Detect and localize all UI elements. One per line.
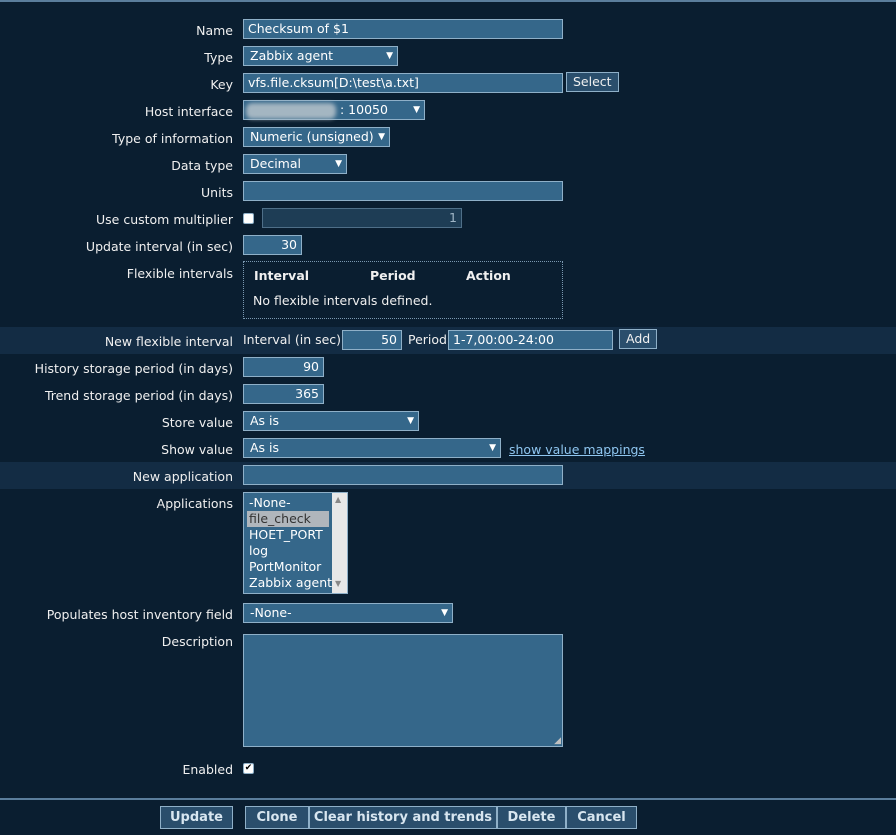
- type-select[interactable]: Zabbix agent ▼: [243, 46, 398, 66]
- custom-multiplier-checkbox[interactable]: [243, 213, 254, 224]
- clear-history-button[interactable]: Clear history and trends: [309, 806, 497, 829]
- scrollbar[interactable]: ▲ ▼: [332, 493, 347, 593]
- interval-in-sec-label: Interval (in sec): [243, 332, 342, 347]
- data-type-label: Data type: [171, 158, 233, 173]
- key-label: Key: [210, 77, 233, 92]
- data-type-value: Decimal: [250, 156, 301, 171]
- name-label: Name: [196, 23, 233, 38]
- type-label: Type: [204, 50, 233, 65]
- enabled-label: Enabled: [182, 762, 233, 777]
- new-interval-input[interactable]: 50: [342, 330, 402, 350]
- show-value-select[interactable]: As is ▼: [243, 438, 501, 458]
- show-value-mappings-link[interactable]: show value mappings: [509, 442, 645, 457]
- inventory-field-select[interactable]: -None- ▼: [243, 603, 453, 623]
- flexible-intervals-label: Flexible intervals: [126, 266, 233, 281]
- update-button[interactable]: Update: [160, 806, 233, 829]
- scroll-down-icon[interactable]: ▼: [335, 579, 341, 588]
- flexible-intervals-table: Interval Period Action No flexible inter…: [243, 261, 563, 319]
- show-value-label: Show value: [161, 442, 233, 457]
- footer-border: [0, 798, 896, 800]
- list-item[interactable]: PortMonitor: [249, 559, 321, 575]
- custom-multiplier-label: Use custom multiplier: [96, 212, 233, 227]
- type-of-information-label: Type of information: [112, 131, 233, 146]
- list-item[interactable]: HOET_PORT: [249, 527, 323, 543]
- key-input[interactable]: vfs.file.cksum[D:\test\a.txt]: [243, 73, 563, 93]
- store-value-label: Store value: [161, 415, 233, 430]
- chevron-down-icon: ▼: [335, 159, 342, 169]
- chevron-down-icon: ▼: [441, 608, 448, 618]
- store-value-select[interactable]: As is ▼: [243, 411, 419, 431]
- cancel-button[interactable]: Cancel: [566, 806, 637, 829]
- period-label: Period: [408, 332, 447, 347]
- scroll-up-icon[interactable]: ▲: [335, 495, 341, 504]
- enabled-checkbox[interactable]: ✔: [243, 763, 254, 774]
- empty-message: No flexible intervals defined.: [253, 293, 433, 308]
- chevron-down-icon: ▼: [378, 132, 385, 142]
- redacted-address: [246, 103, 336, 119]
- trend-storage-input[interactable]: 365: [243, 384, 324, 404]
- list-item-selected[interactable]: file_check: [247, 511, 329, 527]
- history-storage-input[interactable]: 90: [243, 357, 324, 377]
- show-value-value: As is: [250, 440, 280, 455]
- name-input[interactable]: Checksum of $1: [243, 19, 563, 39]
- column-interval: Interval: [254, 268, 310, 283]
- delete-button[interactable]: Delete: [497, 806, 566, 829]
- applications-label: Applications: [156, 496, 233, 511]
- data-type-select[interactable]: Decimal ▼: [243, 154, 347, 174]
- top-border: [0, 0, 896, 2]
- key-select-button[interactable]: Select: [566, 72, 619, 92]
- list-item[interactable]: Zabbix agent: [249, 575, 332, 591]
- units-input[interactable]: [243, 181, 563, 201]
- type-select-value: Zabbix agent: [250, 48, 334, 63]
- inventory-field-value: -None-: [250, 605, 292, 620]
- store-value-value: As is: [250, 413, 280, 428]
- type-of-information-value: Numeric (unsigned): [250, 129, 374, 144]
- type-of-information-select[interactable]: Numeric (unsigned) ▼: [243, 127, 390, 147]
- list-item[interactable]: log: [249, 543, 268, 559]
- custom-multiplier-input[interactable]: 1: [262, 208, 462, 228]
- list-item[interactable]: -None-: [249, 495, 291, 511]
- update-interval-input[interactable]: 30: [243, 235, 302, 255]
- history-storage-label: History storage period (in days): [34, 361, 233, 376]
- host-interface-label: Host interface: [144, 104, 233, 119]
- update-interval-label: Update interval (in sec): [85, 239, 233, 254]
- chevron-down-icon: ▼: [413, 105, 420, 115]
- new-application-label: New application: [132, 469, 233, 484]
- chevron-down-icon: ▼: [489, 443, 496, 453]
- clone-button[interactable]: Clone: [245, 806, 309, 829]
- description-textarea[interactable]: ◢: [243, 634, 563, 747]
- new-period-input[interactable]: 1-7,00:00-24:00: [448, 330, 613, 350]
- chevron-down-icon: ▼: [386, 51, 393, 61]
- host-interface-value: : 10050: [340, 102, 388, 117]
- inventory-field-label: Populates host inventory field: [46, 607, 233, 622]
- chevron-down-icon: ▼: [407, 416, 414, 426]
- column-action: Action: [466, 268, 511, 283]
- units-label: Units: [201, 185, 233, 200]
- applications-listbox[interactable]: -None- file_check HOET_PORT log PortMoni…: [243, 492, 348, 594]
- resize-grip-icon[interactable]: ◢: [554, 736, 561, 746]
- add-flexible-interval-button[interactable]: Add: [619, 329, 658, 349]
- new-flexible-interval-label: New flexible interval: [104, 334, 233, 349]
- new-application-input[interactable]: [243, 465, 563, 485]
- column-period: Period: [370, 268, 416, 283]
- description-label: Description: [161, 634, 233, 649]
- trend-storage-label: Trend storage period (in days): [44, 388, 233, 403]
